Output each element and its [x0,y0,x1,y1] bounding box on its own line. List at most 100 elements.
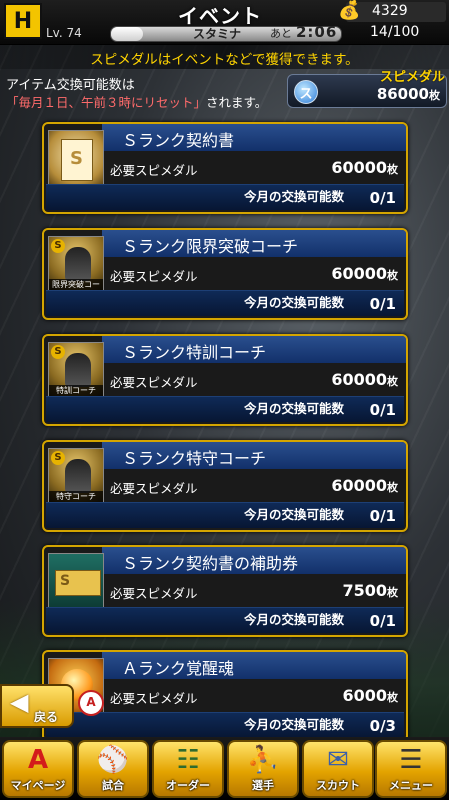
item-name: Ａランク覚醒魂 [122,659,235,678]
coin-bag-icon: 💰 [338,0,361,21]
required-label: 必要スピメダル [110,691,198,706]
mypage-icon: A [27,745,49,775]
back-label: 戻る [34,710,59,724]
nav-order[interactable]: ☷ オーダー [152,740,224,798]
rank-badge: S [51,239,65,253]
nav-mypage[interactable]: A マイページ [2,740,74,798]
exchange-item-s-limit-break-coach[interactable]: S 限界突破コーチ Ｓランク限界突破コーチ 必要スピメダル 60000枚 今月の… [42,228,408,320]
required-number: 6000 [342,686,387,705]
item-footer [46,184,404,210]
required-label: 必要スピメダル [110,481,198,496]
rank-badge: S [51,451,65,465]
scout-card-icon: ✉ [327,745,349,775]
required-number: 7500 [342,581,387,600]
coach-icon: S 限界突破コーチ [48,236,104,292]
menu-icon: ☰ [399,745,423,775]
nav-label: スカウト [316,779,360,792]
monthly-limit-value: 0/3 [369,717,396,735]
ticket-icon [48,553,104,609]
exchange-item-s-contract-ticket[interactable]: Ｓランク契約書の補助券 必要スピメダル 7500枚 今月の交換可能数 0/1 [42,545,408,637]
item-name: Ｓランク契約書 [122,131,235,150]
back-arrow-icon: ◀ [10,688,29,716]
monthly-limit-value: 0/1 [369,612,396,630]
required-number: 60000 [331,476,387,495]
player-icon: ⛹ [246,745,280,775]
item-footer [46,502,404,528]
required-label: 必要スピメダル [110,163,198,178]
required-value: 60000枚 [331,158,398,177]
nav-label: オーダー [166,779,210,792]
required-number: 60000 [331,370,387,389]
nav-label: マイページ [10,779,66,792]
required-unit: 枚 [387,269,398,282]
required-label: 必要スピメダル [110,586,198,601]
nav-label: メニュー [389,779,433,792]
stamina-timer: 2:06 [296,23,338,41]
required-value: 6000枚 [342,686,398,705]
monthly-limit-value: 0/1 [369,189,396,207]
stamina-value: 14/100 [370,24,420,40]
rank-badge: S [51,345,65,359]
exchange-item-s-training-coach[interactable]: S 特訓コーチ Ｓランク特訓コーチ 必要スピメダル 60000枚 今月の交換可能… [42,334,408,426]
required-label: 必要スピメダル [110,269,198,284]
required-number: 60000 [331,158,387,177]
nav-label: 試合 [102,779,124,792]
spi-medal-icon: ス [294,80,318,104]
back-button[interactable]: ◀ 戻る [0,684,74,728]
monthly-limit-label: 今月の交換可能数 [244,507,345,522]
reset-note-suffix: されます。 [206,95,268,110]
required-unit: 枚 [387,586,398,599]
monthly-limit-label: 今月の交換可能数 [244,189,345,204]
required-unit: 枚 [387,481,398,494]
exchange-item-s-defense-coach[interactable]: S 特守コーチ Ｓランク特守コーチ 必要スピメダル 60000枚 今月の交換可能… [42,440,408,532]
notice-text: スピメダルはイベントなどで獲得できます。 [90,52,359,68]
exchange-info-line1: アイテム交換可能数は [6,78,135,93]
nav-label: 選手 [252,779,274,792]
monthly-limit-label: 今月の交換可能数 [244,295,345,310]
monthly-limit-value: 0/1 [369,295,396,313]
reset-note: 「毎月１日、午前３時にリセット」 [6,95,207,110]
required-unit: 枚 [387,375,398,388]
contract-icon [48,130,104,186]
item-footer [46,712,404,738]
monthly-limit-label: 今月の交換可能数 [244,401,345,416]
monthly-limit-value: 0/1 [369,507,396,525]
required-value: 60000枚 [331,370,398,389]
item-name: Ｓランク特訓コーチ [122,343,267,362]
medal-balance-value: 86000 [376,85,429,103]
item-footer [46,396,404,422]
nav-game[interactable]: ⚾ 試合 [77,740,149,798]
required-value: 60000枚 [331,264,398,283]
medal-balance: 86000枚 [330,85,440,103]
nav-menu[interactable]: ☰ メニュー [375,740,447,798]
monthly-limit-value: 0/1 [369,401,396,419]
required-value: 7500枚 [342,581,398,600]
required-value: 60000枚 [331,476,398,495]
stamina-label: スタミナ [193,27,242,41]
item-footer [46,290,404,316]
stamina-remaining-label: あと [270,27,292,40]
required-unit: 枚 [387,163,398,176]
coin-count: 4329 [372,3,408,19]
coach-icon: S 特守コーチ [48,448,104,504]
nav-scout[interactable]: ✉ スカウト [302,740,374,798]
exchange-item-s-contract[interactable]: Ｓランク契約書 必要スピメダル 60000枚 今月の交換可能数 0/1 [42,122,408,214]
baseball-icon: ⚾ [96,745,130,775]
medal-title: スピメダル [380,70,446,85]
monthly-limit-label: 今月の交換可能数 [244,612,345,627]
player-level: Lv. 74 [46,26,82,40]
team-logo-letter: H [13,8,33,34]
required-number: 60000 [331,264,387,283]
medal-icon-letter: ス [299,86,313,102]
required-label: 必要スピメダル [110,375,198,390]
nav-players[interactable]: ⛹ 選手 [227,740,299,798]
medal-unit: 枚 [429,89,440,102]
item-name: Ｓランク契約書の補助券 [122,554,299,573]
item-name: Ｓランク限界突破コーチ [122,237,299,256]
monthly-limit-label: 今月の交換可能数 [244,717,345,732]
item-name: Ｓランク特守コーチ [122,449,267,468]
coach-icon: S 特訓コーチ [48,342,104,398]
stamina-fill [111,27,144,41]
required-unit: 枚 [387,691,398,704]
exchange-info-line2: 「毎月１日、午前３時にリセット」されます。 [6,92,267,111]
